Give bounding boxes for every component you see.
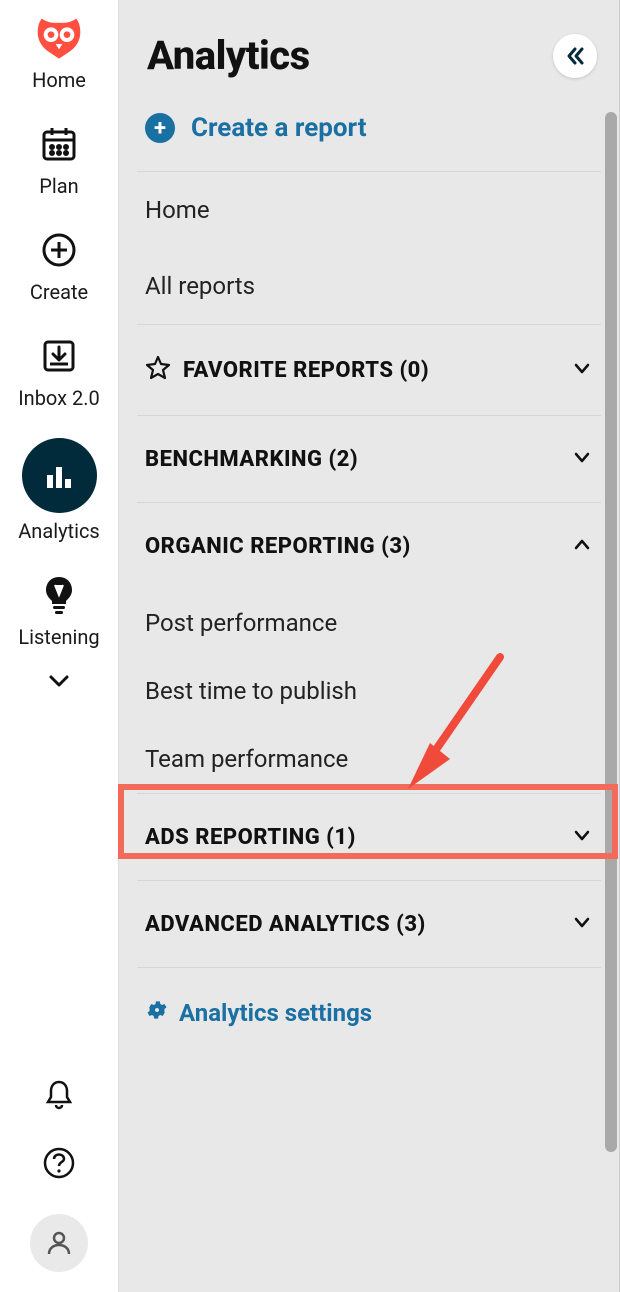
nav-analytics-label: Analytics <box>18 519 100 543</box>
analytics-panel: Analytics + Create a report Home All rep… <box>118 0 620 1292</box>
nav-listening-label: Listening <box>18 625 99 649</box>
nav-listening[interactable]: Listening <box>0 571 118 649</box>
plus-icon: + <box>145 113 175 143</box>
create-report-label: Create a report <box>191 113 367 143</box>
section-ads-reporting[interactable]: ADS REPORTING (1) <box>137 794 601 880</box>
inbox-icon <box>35 332 83 380</box>
nav-create-label: Create <box>30 280 88 304</box>
nav-more-toggle[interactable] <box>45 667 73 699</box>
chevron-down-icon <box>45 667 73 695</box>
chevron-down-icon <box>571 911 593 937</box>
calendar-icon <box>35 120 83 168</box>
nav-item-all-reports[interactable]: All reports <box>137 248 601 324</box>
bell-icon <box>42 1078 76 1112</box>
nav-home[interactable]: Home <box>0 14 118 92</box>
gear-icon <box>145 998 169 1028</box>
help-button[interactable] <box>42 1146 76 1184</box>
nav-plan[interactable]: Plan <box>0 120 118 198</box>
analytics-settings-label: Analytics settings <box>179 999 372 1027</box>
nav-item-home[interactable]: Home <box>137 172 601 248</box>
chevron-down-icon <box>571 824 593 850</box>
nav-inbox-label: Inbox 2.0 <box>18 386 100 410</box>
sub-item-best-time-to-publish[interactable]: Best time to publish <box>137 657 601 725</box>
plus-circle-icon <box>35 226 83 274</box>
nav-create[interactable]: Create <box>0 226 118 304</box>
left-nav-rail: Home Plan Cre <box>0 0 118 1292</box>
section-benchmarking[interactable]: BENCHMARKING (2) <box>137 416 601 502</box>
section-title: FAVORITE REPORTS (0) <box>183 358 559 383</box>
owl-logo-icon <box>35 14 83 62</box>
section-title: ORGANIC REPORTING (3) <box>145 534 559 559</box>
bulb-icon <box>35 571 83 619</box>
person-icon <box>44 1228 74 1258</box>
collapse-panel-button[interactable] <box>553 34 597 78</box>
nav-analytics[interactable]: Analytics <box>0 438 118 543</box>
profile-button[interactable] <box>30 1214 88 1272</box>
section-advanced-analytics[interactable]: ADVANCED ANALYTICS (3) <box>137 881 601 967</box>
question-circle-icon <box>42 1146 76 1180</box>
notifications-button[interactable] <box>42 1078 76 1116</box>
double-chevron-left-icon <box>564 45 586 67</box>
nav-plan-label: Plan <box>39 174 78 198</box>
nav-home-label: Home <box>32 68 86 92</box>
star-icon <box>145 355 171 385</box>
chevron-down-icon <box>571 357 593 383</box>
chevron-down-icon <box>571 446 593 472</box>
chevron-up-icon <box>571 533 593 559</box>
section-title: BENCHMARKING (2) <box>145 447 559 472</box>
section-title: ADVANCED ANALYTICS (3) <box>145 912 559 937</box>
analytics-icon <box>22 438 97 513</box>
create-report-button[interactable]: + Create a report <box>137 89 601 172</box>
analytics-settings-link[interactable]: Analytics settings <box>137 967 601 1038</box>
nav-inbox[interactable]: Inbox 2.0 <box>0 332 118 410</box>
panel-title: Analytics <box>147 32 310 79</box>
section-favorite-reports[interactable]: FAVORITE REPORTS (0) <box>137 325 601 415</box>
section-title: ADS REPORTING (1) <box>145 825 559 850</box>
scrollbar[interactable] <box>605 112 617 1152</box>
sub-item-team-performance[interactable]: Team performance <box>137 725 601 793</box>
section-organic-reporting[interactable]: ORGANIC REPORTING (3) <box>137 503 601 589</box>
sub-item-post-performance[interactable]: Post performance <box>137 589 601 657</box>
